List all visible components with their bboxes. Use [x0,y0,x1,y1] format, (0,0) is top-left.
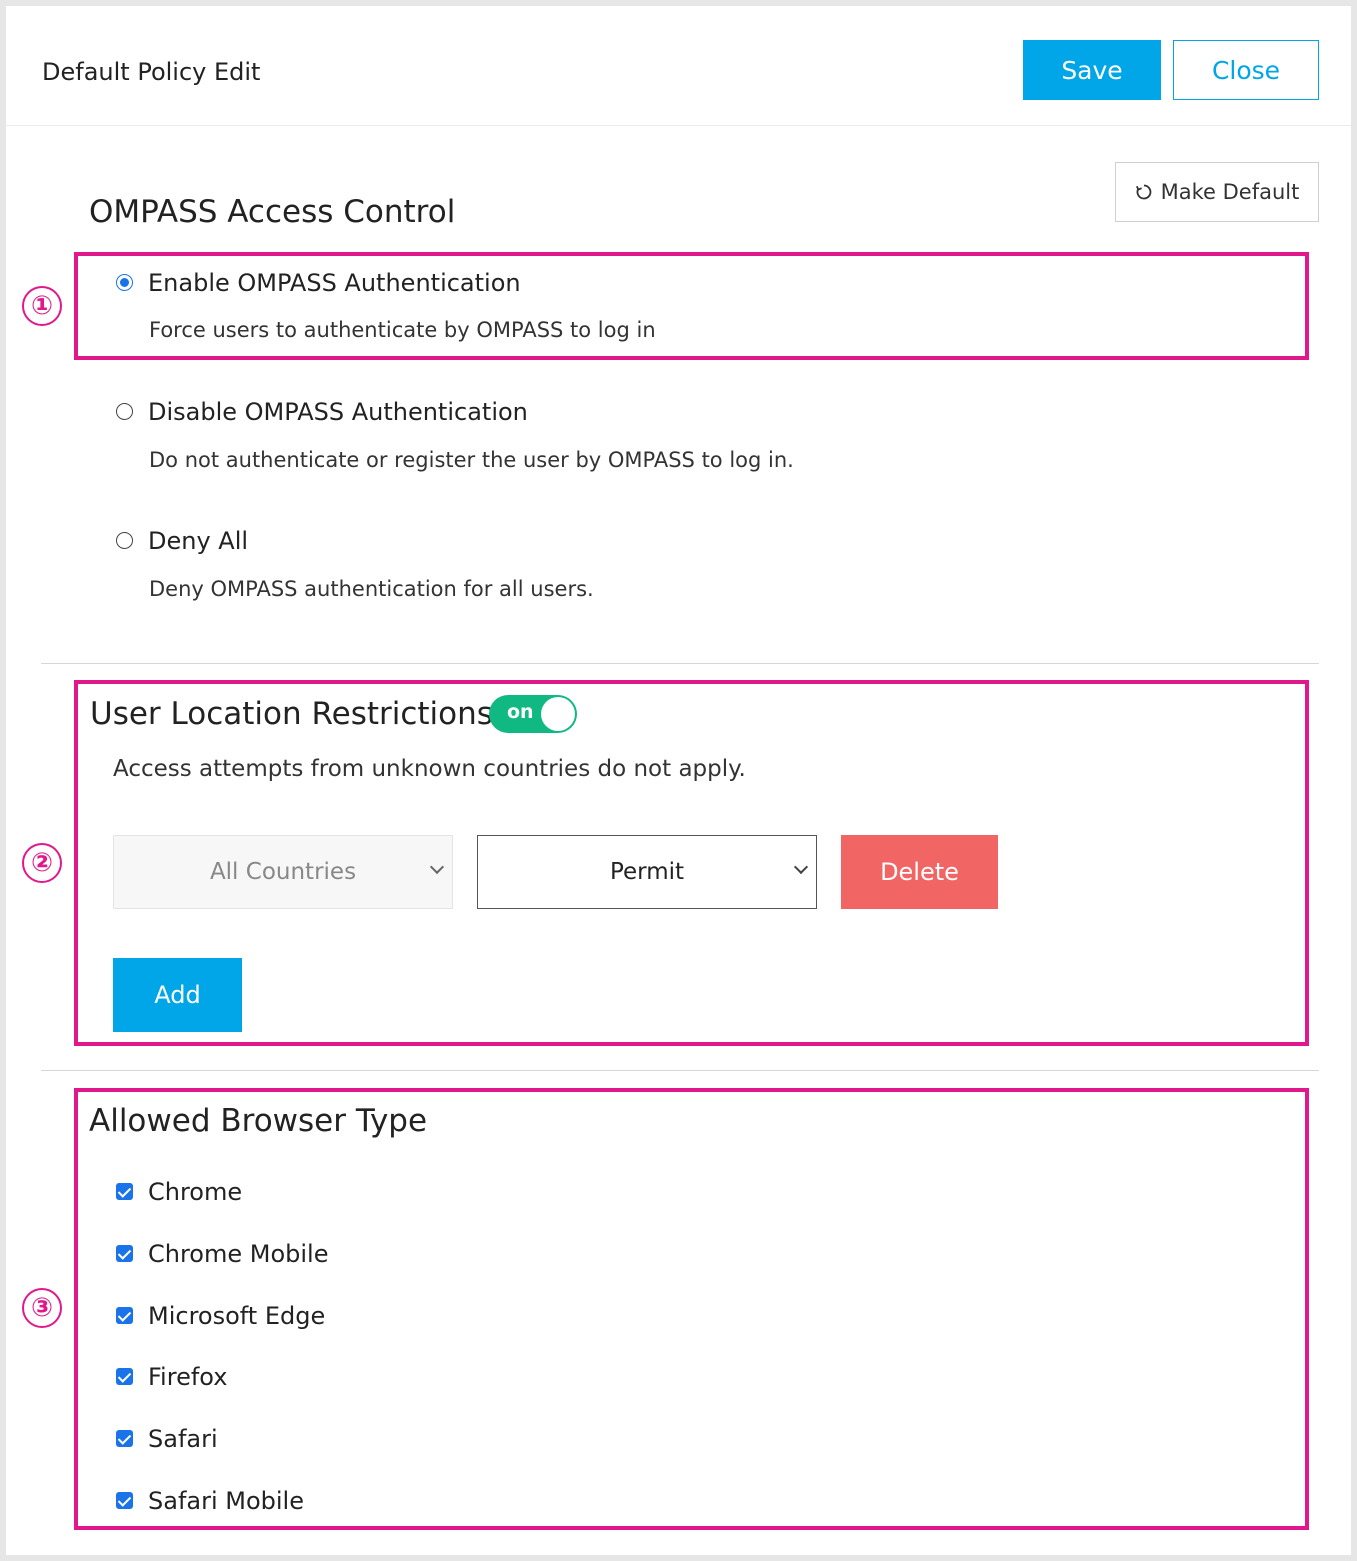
toggle-knob [541,697,575,731]
safari-checkbox[interactable] [116,1430,133,1447]
deny-all-label: Deny All [148,527,249,555]
country-select-value: All Countries [209,859,357,885]
page-title: Default Policy Edit [42,58,261,86]
close-button[interactable]: Close [1173,40,1319,100]
enable-ompass-label: Enable OMPASS Authentication [148,269,521,297]
browser-heading: Allowed Browser Type [89,1103,428,1139]
make-default-button[interactable]: Make Default [1115,162,1319,222]
safari-mobile-checkbox[interactable] [116,1492,133,1509]
chrome-mobile-checkbox[interactable] [116,1245,133,1262]
access-control-heading: OMPASS Access Control [89,194,456,230]
chevron-down-icon [429,859,445,875]
country-select[interactable]: All Countries [113,835,453,909]
microsoft-edge-label: Microsoft Edge [148,1302,326,1330]
safari-label: Safari [148,1425,218,1453]
location-description: Access attempts from unknown countries d… [113,756,746,782]
disable-ompass-radio[interactable] [116,403,133,420]
delete-button[interactable]: Delete [841,835,998,909]
firefox-label: Firefox [148,1363,228,1391]
chrome-mobile-label: Chrome Mobile [148,1240,329,1268]
enable-ompass-description: Force users to authenticate by OMPASS to… [149,318,656,342]
chrome-checkbox[interactable] [116,1183,133,1200]
marker-1: ① [22,286,62,326]
chevron-down-icon [793,859,809,875]
location-heading: User Location Restrictions [90,696,493,732]
marker-3: ③ [22,1288,62,1328]
action-select[interactable]: Permit [477,835,817,909]
reload-icon [1135,184,1151,200]
section-divider [41,1070,1319,1071]
toggle-label: on [507,701,534,723]
firefox-checkbox[interactable] [116,1368,133,1385]
enable-ompass-radio[interactable] [116,274,133,291]
disable-ompass-label: Disable OMPASS Authentication [148,398,528,426]
action-select-value: Permit [609,859,685,885]
location-toggle[interactable]: on [489,695,577,733]
make-default-label: Make Default [1160,180,1300,204]
deny-all-radio[interactable] [116,532,133,549]
policy-edit-panel: Default Policy Edit Save Close Make Defa… [6,6,1351,1555]
chrome-label: Chrome [148,1178,243,1206]
microsoft-edge-checkbox[interactable] [116,1307,133,1324]
add-button[interactable]: Add [113,958,242,1032]
section-divider [41,663,1319,664]
marker-2: ② [22,843,62,883]
save-button[interactable]: Save [1023,40,1161,100]
deny-all-description: Deny OMPASS authentication for all users… [149,577,594,601]
safari-mobile-label: Safari Mobile [148,1487,304,1515]
header: Default Policy Edit Save Close [6,6,1351,126]
disable-ompass-description: Do not authenticate or register the user… [149,448,794,472]
